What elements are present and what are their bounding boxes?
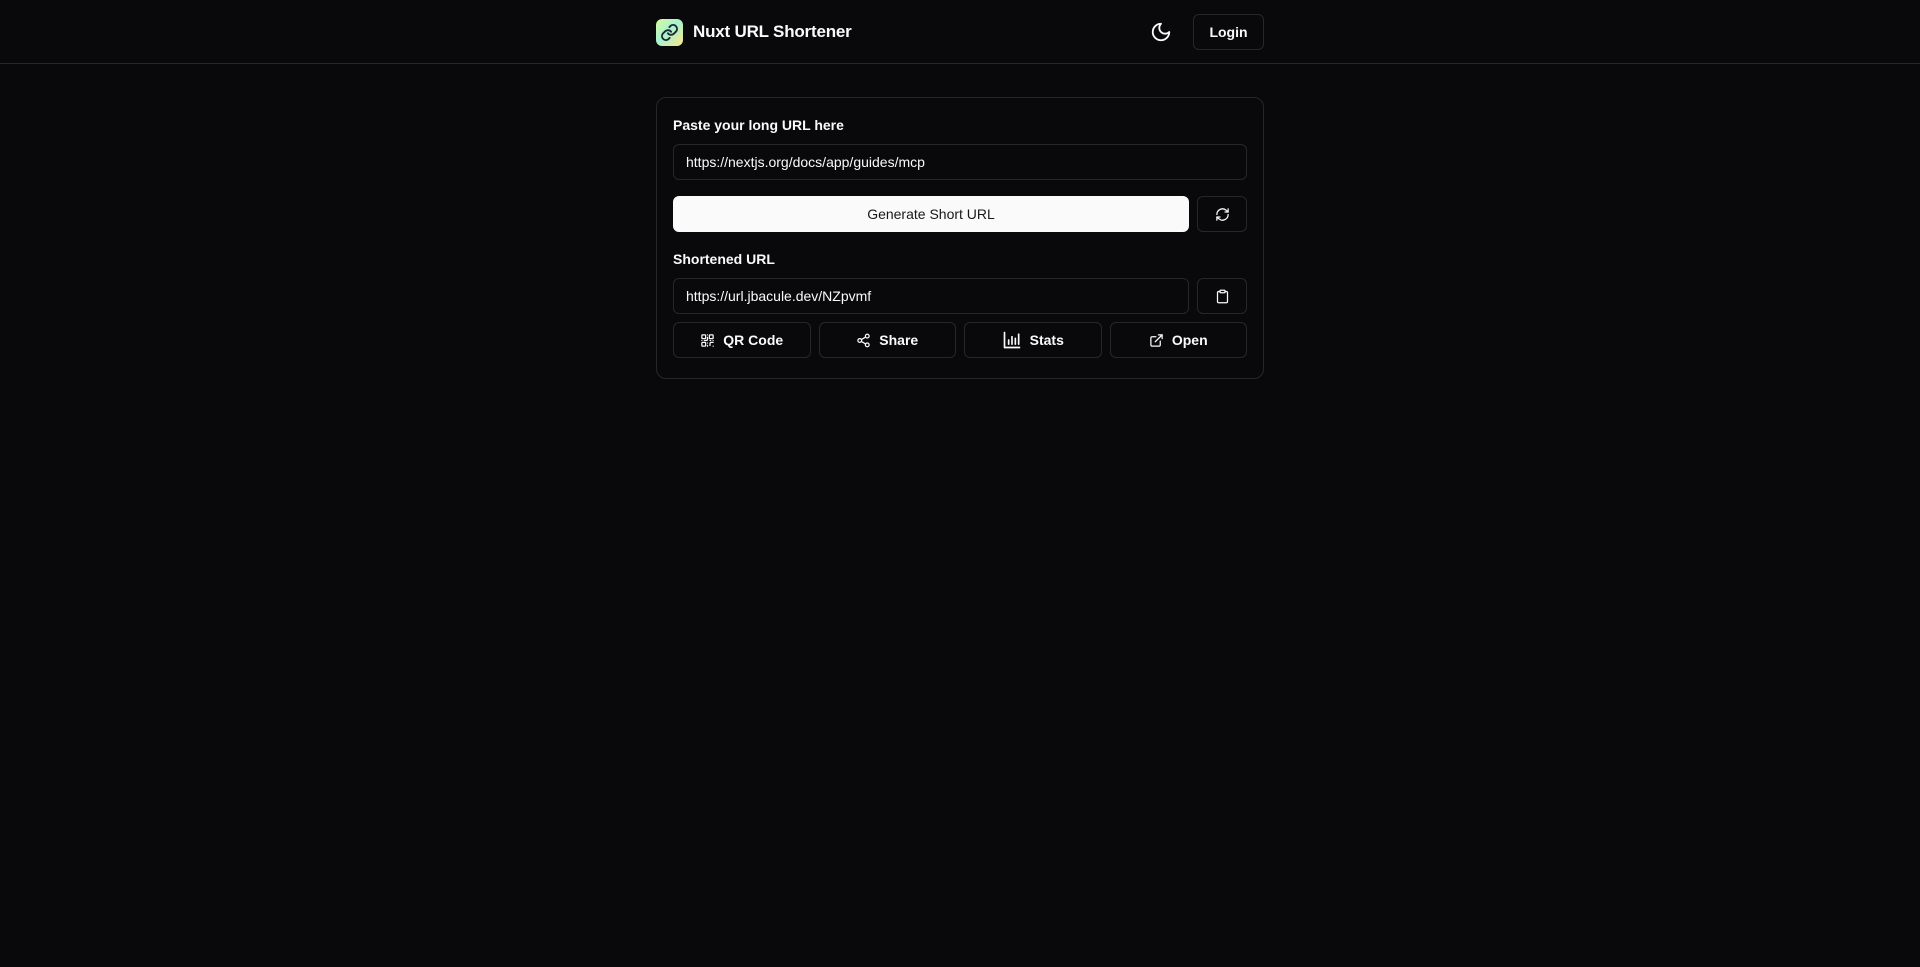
- long-url-label: Paste your long URL here: [673, 117, 844, 133]
- qr-code-icon: [700, 333, 715, 348]
- open-button[interactable]: Open: [1109, 322, 1247, 358]
- generate-row: Generate Short URL: [673, 196, 1247, 232]
- top-nav-inner: Nuxt URL Shortener Login: [656, 0, 1264, 64]
- brand-name: Nuxt URL Shortener: [693, 22, 852, 41]
- share-actions: QR Code Share Stats Open: [673, 322, 1247, 358]
- short-url-row: https://url.jbacule.dev/NZpvmf: [673, 278, 1247, 314]
- header-actions: Login: [1143, 14, 1264, 50]
- qr-code-button[interactable]: QR Code: [673, 322, 811, 358]
- theme-toggle-button[interactable]: [1143, 14, 1179, 50]
- link-logo-icon: [656, 18, 683, 46]
- bar-chart-icon: [1002, 330, 1022, 350]
- login-button[interactable]: Login: [1193, 14, 1264, 50]
- share-button[interactable]: Share: [818, 322, 956, 358]
- short-url-field[interactable]: https://url.jbacule.dev/NZpvmf: [673, 278, 1189, 314]
- long-url-input[interactable]: https://nextjs.org/docs/app/guides/mcp: [673, 144, 1247, 180]
- stats-button[interactable]: Stats: [964, 322, 1102, 358]
- short-url-label: Shortened URL: [673, 251, 775, 267]
- refresh-icon: [1215, 207, 1230, 222]
- clipboard-icon: [1215, 289, 1230, 304]
- copy-button[interactable]: [1197, 278, 1247, 314]
- share-label: Share: [879, 332, 919, 348]
- qr-code-label: QR Code: [723, 332, 784, 348]
- shortener-card: Paste your long URL here https://nextjs.…: [656, 97, 1264, 379]
- generate-short-url-button[interactable]: Generate Short URL: [673, 196, 1189, 232]
- moon-icon: [1150, 21, 1172, 43]
- top-nav: Nuxt URL Shortener Login: [0, 0, 1920, 64]
- share-icon: [856, 333, 871, 348]
- stats-label: Stats: [1029, 332, 1064, 348]
- external-link-icon: [1149, 333, 1164, 348]
- reset-button[interactable]: [1197, 196, 1247, 232]
- open-label: Open: [1171, 332, 1208, 348]
- brand[interactable]: Nuxt URL Shortener: [656, 18, 852, 46]
